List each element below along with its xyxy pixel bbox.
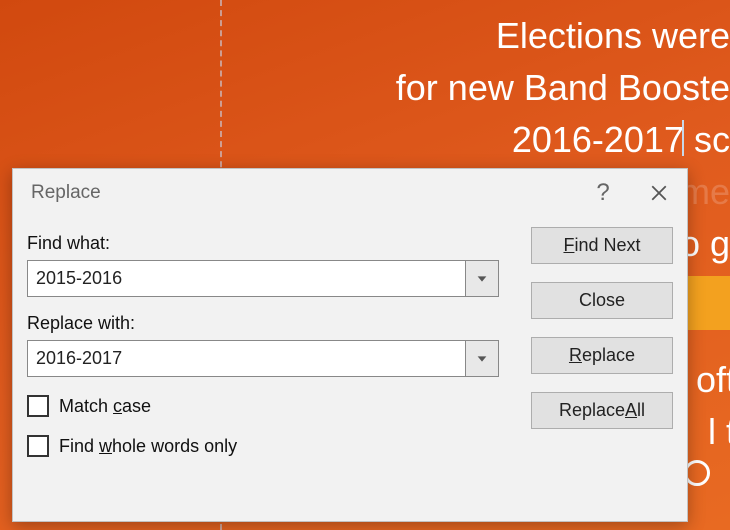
side-text-block: oft l t [696, 354, 730, 458]
side-line-2: l t [696, 406, 730, 458]
accent-bar [685, 276, 730, 330]
chevron-down-icon [475, 352, 489, 366]
close-icon [650, 184, 668, 202]
replace-with-input[interactable] [27, 340, 465, 377]
slide-line-2: for new Band Booste [0, 62, 730, 114]
replace-with-dropdown[interactable] [465, 340, 499, 377]
checkbox-icon [27, 435, 49, 457]
match-case-checkbox[interactable]: Match case [27, 395, 507, 417]
find-what-dropdown[interactable] [465, 260, 499, 297]
dialog-titlebar[interactable]: Replace ? [13, 169, 687, 217]
replace-dialog: Replace ? Find what: Replace with: [12, 168, 688, 522]
whole-words-label: Find whole words only [59, 436, 237, 457]
close-dialog-button[interactable]: Close [531, 282, 673, 319]
replace-with-label: Replace with: [27, 313, 507, 334]
chevron-down-icon [475, 272, 489, 286]
help-button[interactable]: ? [575, 169, 631, 217]
replace-all-button[interactable]: Replace All [531, 392, 673, 429]
help-icon: ? [596, 179, 609, 207]
replace-button[interactable]: Replace [531, 337, 673, 374]
find-what-combo [27, 260, 499, 297]
close-button[interactable] [631, 169, 687, 217]
find-what-label: Find what: [27, 233, 507, 254]
slide-line-3a: 2016-2017 [512, 119, 684, 160]
slide-line-3: 2016-2017 sc [0, 114, 730, 166]
checkbox-icon [27, 395, 49, 417]
find-next-button[interactable]: Find Next [531, 227, 673, 264]
dialog-title: Replace [31, 182, 101, 204]
whole-words-checkbox[interactable]: Find whole words only [27, 435, 507, 457]
side-line-1: oft [696, 354, 730, 406]
find-what-input[interactable] [27, 260, 465, 297]
replace-with-combo [27, 340, 499, 377]
slide-line-1: Elections were [0, 10, 730, 62]
match-case-label: Match case [59, 396, 151, 417]
slide-line-3b: sc [684, 119, 730, 160]
